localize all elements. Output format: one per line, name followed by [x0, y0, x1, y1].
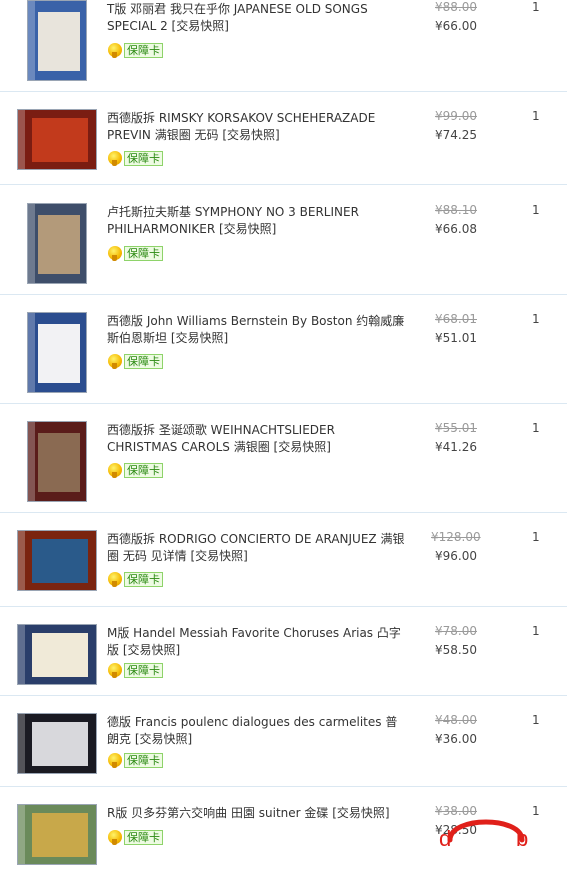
- headphones-logo-icon: d b: [439, 819, 528, 850]
- watermark-letter-left: d: [439, 826, 451, 850]
- original-price: ¥55.01: [435, 421, 477, 435]
- order-item-row: M版 Handel Messiah Favorite Choruses Aria…: [0, 607, 567, 696]
- flower-icon: [108, 246, 122, 261]
- item-title-link[interactable]: 西德版拆 圣诞颂歌 WEIHNACHTSLIEDER CHRISTMAS CAR…: [107, 422, 407, 456]
- album-thumbnail[interactable]: [17, 713, 97, 774]
- order-item-row: 西德版 John Williams Bernstein By Boston 约翰…: [0, 295, 567, 404]
- flower-icon: [108, 43, 122, 58]
- item-title-link[interactable]: T版 邓丽君 我只在乎你 JAPANESE OLD SONGS SPECIAL …: [107, 1, 407, 35]
- album-thumbnail[interactable]: [27, 312, 87, 393]
- quantity: 1: [532, 624, 540, 638]
- quantity: 1: [532, 421, 540, 435]
- original-price: ¥99.00: [435, 109, 477, 123]
- paid-price: ¥36.00: [435, 732, 477, 746]
- guarantee-card-badge[interactable]: 保障卡: [108, 662, 163, 678]
- flower-icon: [108, 463, 122, 478]
- flower-icon: [108, 830, 122, 845]
- paid-price: ¥58.50: [435, 643, 477, 657]
- guarantee-card-badge[interactable]: 保障卡: [108, 571, 163, 587]
- order-item-row: 西德版拆 RODRIGO CONCIERTO DE ARANJUEZ 满银圈 无…: [0, 513, 567, 607]
- quantity: 1: [532, 0, 540, 14]
- guarantee-card-badge[interactable]: 保障卡: [108, 462, 163, 478]
- guarantee-card-badge[interactable]: 保障卡: [108, 42, 163, 58]
- original-price: ¥48.00: [435, 713, 477, 727]
- item-title-link[interactable]: M版 Handel Messiah Favorite Choruses Aria…: [107, 625, 407, 659]
- guarantee-card-badge[interactable]: 保障卡: [108, 353, 163, 369]
- album-thumbnail[interactable]: [27, 203, 87, 284]
- order-item-row: 卢托斯拉夫斯基 SYMPHONY NO 3 BERLINER PHILHARMO…: [0, 185, 567, 295]
- quantity: 1: [532, 312, 540, 326]
- guarantee-card-badge[interactable]: 保障卡: [108, 245, 163, 261]
- paid-price: ¥66.00: [435, 19, 477, 33]
- flower-icon: [108, 753, 122, 768]
- quantity: 1: [532, 203, 540, 217]
- quantity: 1: [532, 109, 540, 123]
- album-thumbnail[interactable]: [27, 421, 87, 502]
- item-title-link[interactable]: 德版 Francis poulenc dialogues des carmeli…: [107, 714, 407, 748]
- guarantee-card-badge[interactable]: 保障卡: [108, 752, 163, 768]
- flower-icon: [108, 572, 122, 587]
- item-title-link[interactable]: R版 贝多芬第六交响曲 田園 suitner 金碟 [交易快照]: [107, 805, 407, 822]
- album-thumbnail[interactable]: [17, 624, 97, 685]
- album-thumbnail[interactable]: [17, 530, 97, 591]
- original-price: ¥78.00: [435, 624, 477, 638]
- flower-icon: [108, 663, 122, 678]
- order-item-row: 西德版拆 RIMSKY KORSAKOV SCHEHERAZADE PREVIN…: [0, 92, 567, 185]
- watermark-letter-right: b: [516, 826, 528, 850]
- original-price: ¥128.00: [431, 530, 481, 544]
- quantity: 1: [532, 530, 540, 544]
- album-thumbnail[interactable]: [17, 109, 97, 170]
- item-title-link[interactable]: 西德版拆 RODRIGO CONCIERTO DE ARANJUEZ 满银圈 无…: [107, 531, 407, 565]
- album-thumbnail[interactable]: [27, 0, 87, 81]
- order-item-row: 德版 Francis poulenc dialogues des carmeli…: [0, 696, 567, 787]
- item-title-link[interactable]: 卢托斯拉夫斯基 SYMPHONY NO 3 BERLINER PHILHARMO…: [107, 204, 407, 238]
- flower-icon: [108, 151, 122, 166]
- paid-price: ¥74.25: [435, 128, 477, 142]
- order-item-row: 西德版拆 圣诞颂歌 WEIHNACHTSLIEDER CHRISTMAS CAR…: [0, 404, 567, 513]
- guarantee-card-badge[interactable]: 保障卡: [108, 150, 163, 166]
- flower-icon: [108, 354, 122, 369]
- item-title-link[interactable]: 西德版拆 RIMSKY KORSAKOV SCHEHERAZADE PREVIN…: [107, 110, 407, 144]
- order-item-row: T版 邓丽君 我只在乎你 JAPANESE OLD SONGS SPECIAL …: [0, 0, 567, 92]
- guarantee-card-badge[interactable]: 保障卡: [108, 829, 163, 845]
- original-price: ¥88.10: [435, 203, 477, 217]
- quantity: 1: [532, 713, 540, 727]
- original-price: ¥88.00: [435, 0, 477, 14]
- paid-price: ¥96.00: [435, 549, 477, 563]
- paid-price: ¥41.26: [435, 440, 477, 454]
- paid-price: ¥66.08: [435, 222, 477, 236]
- original-price: ¥68.01: [435, 312, 477, 326]
- paid-price: ¥51.01: [435, 331, 477, 345]
- album-thumbnail[interactable]: [17, 804, 97, 865]
- item-title-link[interactable]: 西德版 John Williams Bernstein By Boston 约翰…: [107, 313, 407, 347]
